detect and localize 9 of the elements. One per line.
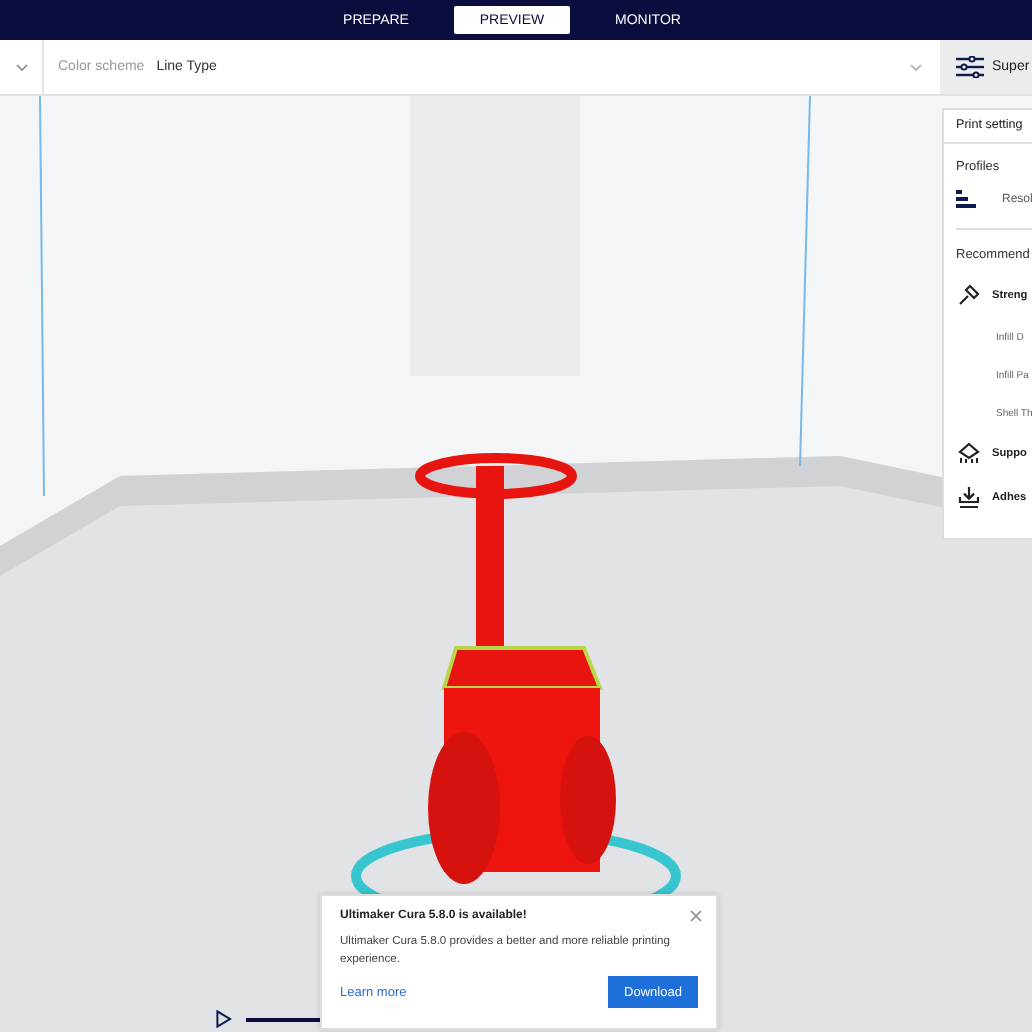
profile-icon — [956, 190, 976, 208]
caret-icon[interactable] — [16, 63, 28, 71]
brush-icon — [958, 284, 980, 306]
close-icon[interactable] — [690, 910, 702, 922]
caret-icon[interactable] — [910, 63, 922, 71]
play-icon[interactable] — [216, 1010, 232, 1028]
sliders-icon — [956, 56, 984, 78]
support-icon — [958, 442, 980, 464]
download-icon — [958, 486, 980, 508]
